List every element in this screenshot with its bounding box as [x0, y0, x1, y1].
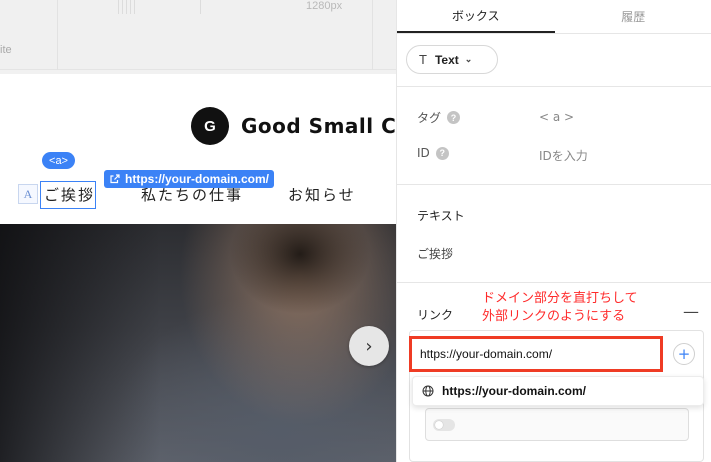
- canvas-ruler: 1280px ite: [0, 0, 396, 70]
- ruler-width-label: 1280px: [306, 0, 343, 12]
- site-header-preview[interactable]: G Good Small Co A ご挨拶 私たちの仕事 お知らせ: [0, 74, 396, 224]
- collapse-icon[interactable]: —: [683, 302, 699, 321]
- id-label-row: ID ?: [417, 146, 449, 160]
- tab-history[interactable]: 履歴: [555, 0, 711, 33]
- add-link-button[interactable]: +: [673, 343, 695, 365]
- ruler-line: [372, 0, 373, 70]
- ruler-tick: [118, 0, 119, 14]
- suggestion-url: https://your-domain.com/: [442, 384, 586, 398]
- panel-tabs: ボックス 履歴: [397, 0, 711, 34]
- link-url-chip[interactable]: https://your-domain.com/: [104, 170, 274, 188]
- link-option-box: [425, 408, 689, 441]
- tag-label: タグ: [417, 111, 442, 125]
- properties-panel: ボックス 履歴 T Text ⌄ タグ ? < a > ID ? IDを入力 テ…: [396, 0, 711, 462]
- ruler-tick: [122, 0, 123, 14]
- help-icon[interactable]: ?: [447, 111, 461, 124]
- nav-item-greeting[interactable]: ご挨拶: [44, 184, 95, 205]
- hero-photo: [0, 224, 396, 462]
- tag-label-row: タグ ?: [417, 109, 461, 126]
- photo-shade: [0, 224, 160, 462]
- divider: [397, 184, 711, 185]
- ruler-line: [57, 0, 58, 70]
- element-type-label: Text: [434, 52, 459, 67]
- ruler-tick: [126, 0, 127, 14]
- text-element-icon: A: [18, 184, 38, 204]
- text-content-field[interactable]: ご挨拶: [417, 245, 453, 262]
- id-input[interactable]: IDを入力: [539, 147, 588, 164]
- slider-next-button[interactable]: ›: [349, 326, 389, 366]
- link-section-title: リンク: [417, 308, 454, 322]
- id-label: ID: [417, 146, 430, 160]
- link-url-input[interactable]: https://your-domain.com/: [409, 336, 663, 372]
- annotation-line-2: 外部リンクのようにする: [482, 309, 626, 324]
- nav-item-news[interactable]: お知らせ: [288, 184, 356, 205]
- annotation-callout: ドメイン部分を直打ちして 外部リンクのようにする: [482, 290, 638, 326]
- divider: [397, 282, 711, 283]
- text-section-title: テキスト: [417, 209, 465, 223]
- new-tab-toggle[interactable]: [433, 419, 455, 431]
- annotation-line-1: ドメイン部分を直打ちして: [482, 291, 638, 306]
- help-icon[interactable]: ?: [435, 146, 449, 160]
- tab-box[interactable]: ボックス: [397, 0, 555, 33]
- element-type-dropdown[interactable]: T Text ⌄: [406, 45, 498, 74]
- site-logo[interactable]: G: [191, 107, 229, 145]
- tag-badge: <a>: [42, 152, 75, 169]
- external-link-icon: [110, 174, 120, 184]
- ruler-tick: [134, 0, 135, 14]
- divider: [397, 86, 711, 87]
- tag-value[interactable]: < a >: [539, 110, 574, 124]
- ruler-tick: [200, 0, 201, 14]
- ruler-tick: [130, 0, 131, 14]
- text-type-icon: T: [419, 52, 427, 67]
- site-brand-name[interactable]: Good Small Co: [241, 114, 396, 138]
- link-url-chip-text: https://your-domain.com/: [125, 172, 269, 186]
- link-suggestion-item[interactable]: https://your-domain.com/: [412, 376, 704, 406]
- chevron-down-icon: ⌄: [464, 54, 473, 64]
- globe-icon: [422, 385, 434, 397]
- ruler-side-text: ite: [0, 44, 12, 56]
- design-canvas[interactable]: 1280px ite G Good Small Co A ご挨拶 私たちの仕事 …: [0, 0, 396, 462]
